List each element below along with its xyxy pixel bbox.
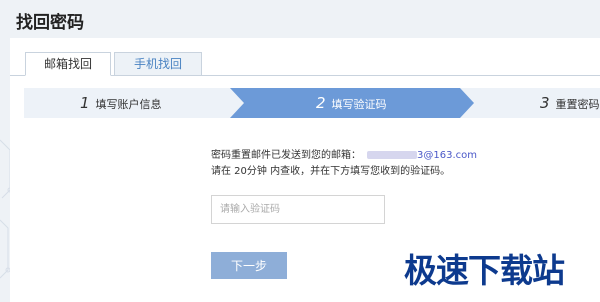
step-2-number: 2 xyxy=(316,94,326,112)
site-watermark-logo: 极速下载站 xyxy=(404,251,565,290)
verification-code-input[interactable] xyxy=(211,195,385,224)
email-address: 3@163.com xyxy=(417,150,477,161)
step-indicator: 1 填写账户信息 2 填写验证码 3 重置密码 xyxy=(24,88,600,118)
masked-email-redaction xyxy=(367,151,417,159)
step-3-label: 重置密码 xyxy=(555,98,600,111)
tab-bar: 邮箱找回 手机找回 xyxy=(10,52,600,76)
page-title: 找回密码 xyxy=(16,13,84,33)
tab-phone-recovery[interactable]: 手机找回 xyxy=(114,52,202,76)
email-sent-text: 密码重置邮件已发送到您的邮箱： xyxy=(211,150,361,161)
step-3-number: 3 xyxy=(540,94,550,112)
step-1-number: 1 xyxy=(80,94,90,112)
step-1: 1 填写账户信息 xyxy=(80,88,162,118)
step-2-label: 填写验证码 xyxy=(331,98,387,111)
verification-instruction: 请在 20分钟 内查收，并在下方填写您收到的验证码。 xyxy=(211,166,451,177)
step-1-label: 填写账户信息 xyxy=(95,98,162,111)
email-sent-message: 密码重置邮件已发送到您的邮箱： 3@163.com xyxy=(211,146,477,161)
tab-email-recovery[interactable]: 邮箱找回 xyxy=(25,52,111,76)
step-3: 3 重置密码 xyxy=(540,88,600,118)
step-2: 2 填写验证码 xyxy=(316,88,387,118)
next-step-button[interactable]: 下一步 xyxy=(211,252,287,279)
